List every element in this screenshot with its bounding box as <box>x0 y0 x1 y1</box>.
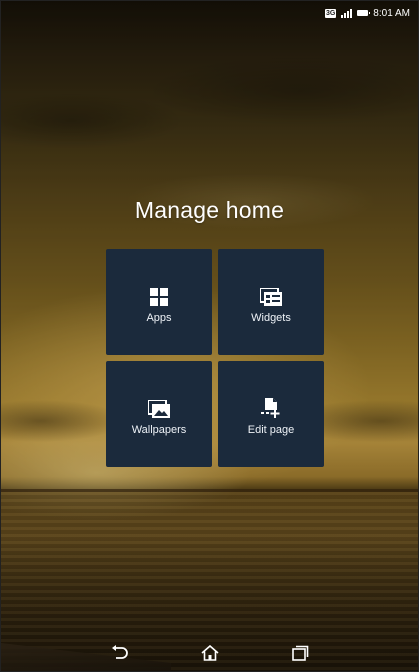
edit-page-label: Edit page <box>247 424 295 436</box>
status-bar: 3G 8:01 AM <box>1 1 418 25</box>
edit-page-tile[interactable]: Edit page <box>218 361 324 467</box>
apps-label: Apps <box>146 312 172 324</box>
wallpapers-label: Wallpapers <box>131 424 187 436</box>
recents-icon <box>291 645 308 661</box>
status-time: 8:01 AM <box>373 7 410 19</box>
navigation-bar <box>1 635 418 671</box>
wallpapers-tile[interactable]: Wallpapers <box>106 361 212 467</box>
widgets-tile[interactable]: Widgets <box>218 249 324 355</box>
recents-button[interactable] <box>285 638 315 668</box>
home-screen: 3G 8:01 AM Manage home Apps Widgets Wall… <box>0 0 419 672</box>
back-icon <box>111 645 128 659</box>
back-button[interactable] <box>105 638 135 668</box>
wallpaper-icon <box>148 392 170 418</box>
widgets-icon <box>260 280 282 306</box>
signal-bars-icon <box>341 8 353 18</box>
page-title: Manage home <box>134 197 285 223</box>
battery-icon <box>357 10 371 16</box>
edit-page-icon <box>261 392 281 418</box>
network-type-badge: 3G <box>324 8 337 18</box>
home-button[interactable] <box>195 638 225 668</box>
apps-grid-icon <box>150 280 168 306</box>
apps-tile[interactable]: Apps <box>106 249 212 355</box>
home-icon <box>200 645 219 661</box>
widgets-label: Widgets <box>251 312 291 324</box>
